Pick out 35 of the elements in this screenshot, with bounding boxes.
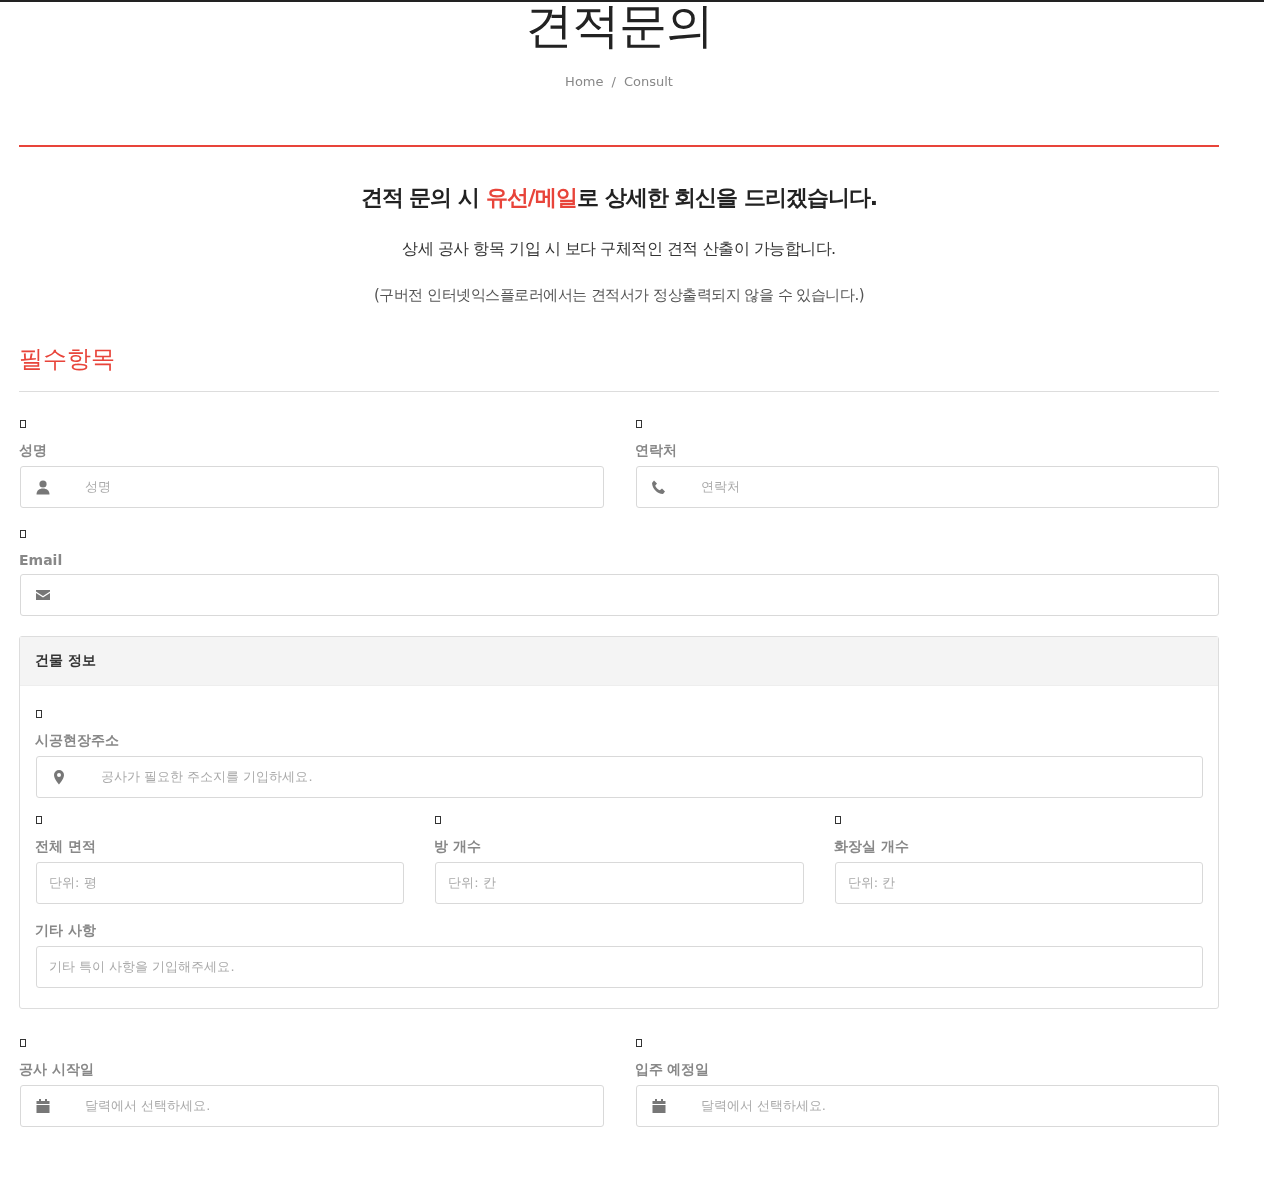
calendar-icon	[650, 1098, 667, 1114]
field-label: 입주 예정일	[634, 1061, 711, 1079]
input-field[interactable]: 단위: 평	[36, 862, 405, 904]
intro-text: (구버전 인터넷익스플로러에서는 견적서가 정상출력되지 않을 수 있습니다.)	[372, 286, 866, 305]
input-field[interactable]: 공사가 필요한 주소지를 기입하세요.	[36, 756, 1203, 798]
panel-title: 건물 정보	[35, 652, 96, 670]
map-pin-icon	[51, 769, 67, 785]
input-field[interactable]: 단위: 칸	[834, 862, 1203, 904]
input-field[interactable]: 성명	[20, 466, 604, 508]
input-field[interactable]: 달력에서 선택하세요.	[635, 1085, 1219, 1127]
input-field[interactable]: 기타 특이 사항을 기입해주세요.	[36, 946, 1203, 988]
field-label: 방 개수	[434, 838, 483, 856]
intro-text: 상세 공사 항목 기입 시 보다 구체적인 견적 산출이 가능합니다.	[401, 239, 837, 260]
input-field[interactable]: 달력에서 선택하세요.	[20, 1085, 604, 1127]
input-field[interactable]: 단위: 칸	[435, 862, 804, 904]
section-title: 필수항목	[19, 343, 1219, 392]
field-label: 시공현장주소	[35, 732, 120, 750]
field-label: 화장실 개수	[833, 838, 910, 856]
intro-headline: 견적 문의 시 유선/메일로 상세한 회신을 드리겠습니다.	[359, 184, 879, 212]
field-label: 전체 면적	[35, 838, 97, 856]
calendar-icon	[35, 1098, 51, 1114]
field-label: 연락처	[634, 442, 678, 460]
field-label: 공사 시작일	[19, 1061, 95, 1079]
phone-icon	[650, 479, 667, 495]
breadcrumb-link[interactable]: Home	[565, 74, 604, 89]
field-label: Email	[19, 552, 64, 568]
breadcrumb-separator: /	[611, 74, 616, 89]
input-field[interactable]: 연락처	[635, 466, 1219, 508]
input-field[interactable]	[20, 574, 1219, 616]
envelope-icon	[35, 587, 51, 603]
page-title: 견적문의	[524, 0, 714, 54]
person-icon	[35, 479, 51, 495]
field-label: 기타 사항	[35, 922, 97, 940]
breadcrumb-current: Consult	[623, 74, 673, 89]
field-label: 성명	[19, 442, 48, 460]
